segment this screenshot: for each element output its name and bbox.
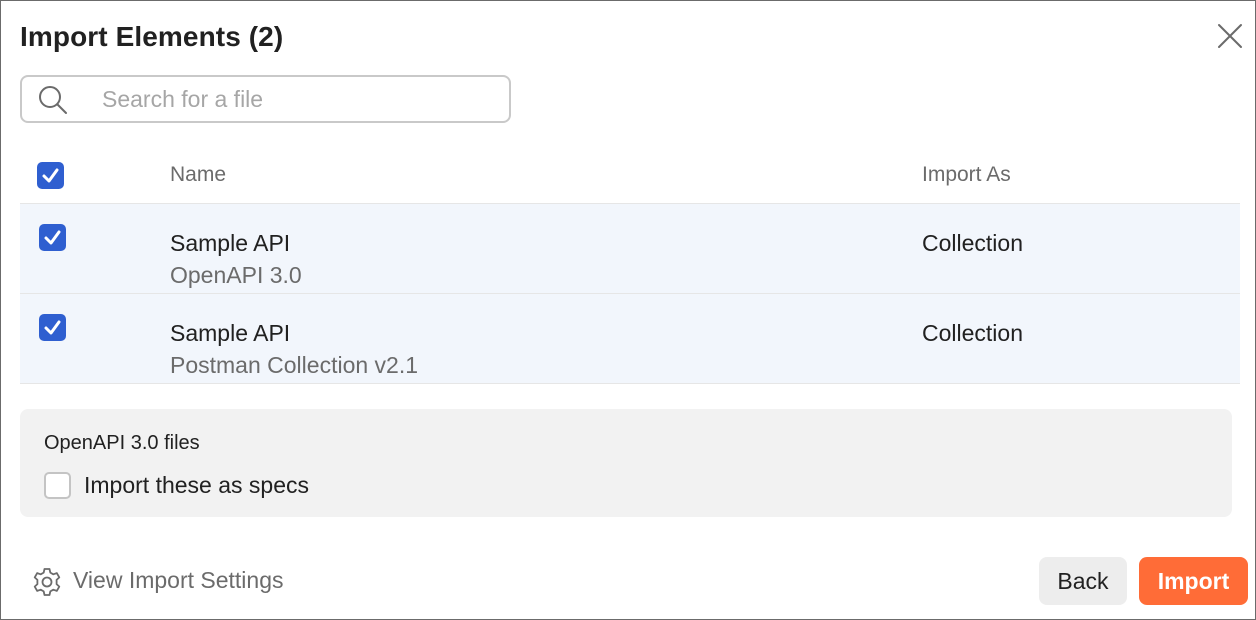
select-all-checkbox[interactable] — [37, 162, 64, 189]
column-header-name: Name — [170, 163, 227, 186]
import-as-specs-label[interactable]: Import these as specs — [84, 472, 309, 499]
row-checkbox[interactable] — [39, 314, 66, 341]
import-as-specs-checkbox[interactable] — [44, 472, 71, 499]
close-icon — [1218, 24, 1242, 48]
file-name: Sample API — [170, 230, 291, 256]
row-checkbox[interactable] — [39, 224, 66, 251]
import-elements-dialog: Import Elements (2) Name Import As — [0, 0, 1256, 620]
back-button[interactable]: Back — [1039, 557, 1127, 605]
import-button[interactable]: Import — [1139, 557, 1248, 605]
import-as-value[interactable]: Collection — [922, 320, 1023, 347]
dialog-title: Import Elements (2) — [20, 21, 284, 52]
checkmark-icon — [44, 320, 61, 335]
table-header: Name Import As — [20, 151, 1240, 204]
import-as-value[interactable]: Collection — [922, 230, 1023, 257]
gear-icon — [33, 568, 61, 596]
options-title: OpenAPI 3.0 files — [44, 432, 200, 454]
search-icon — [39, 86, 67, 114]
settings-link-label: View Import Settings — [73, 567, 284, 593]
search-input[interactable] — [102, 81, 498, 117]
file-format: Postman Collection v2.1 — [170, 352, 419, 378]
table-row[interactable]: Sample API OpenAPI 3.0 Collection — [20, 204, 1240, 294]
file-name: Sample API — [170, 320, 291, 346]
checkmark-icon — [44, 230, 61, 245]
import-table: Name Import As Sample API OpenAPI 3.0 Co… — [20, 151, 1240, 384]
table-row[interactable]: Sample API Postman Collection v2.1 Colle… — [20, 294, 1240, 384]
checkmark-icon — [42, 168, 59, 183]
column-header-import-as: Import As — [922, 163, 1011, 186]
openapi-options-panel: OpenAPI 3.0 files Import these as specs — [20, 409, 1232, 517]
close-button[interactable] — [1215, 21, 1245, 51]
file-format: OpenAPI 3.0 — [170, 262, 302, 288]
search-box[interactable] — [20, 75, 511, 123]
